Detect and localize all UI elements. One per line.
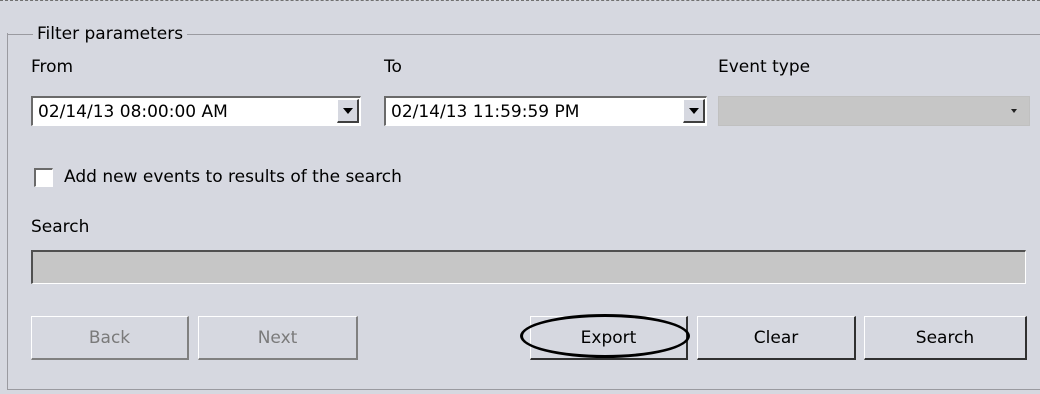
to-datetime-combo[interactable]: 02/14/13 11:59:59 PM	[384, 96, 707, 126]
add-new-events-label: Add new events to results of the search	[64, 167, 402, 187]
back-button[interactable]: Back	[31, 316, 189, 360]
add-new-events-checkbox[interactable]	[34, 168, 53, 187]
search-label: Search	[31, 217, 90, 237]
to-label: To	[384, 57, 402, 77]
to-datetime-value: 02/14/13 11:59:59 PM	[391, 102, 580, 122]
from-datetime-value: 02/14/13 08:00:00 AM	[38, 102, 228, 122]
top-dashed-divider	[0, 0, 1040, 1]
group-title: Filter parameters	[33, 24, 188, 44]
event-type-label: Event type	[718, 57, 811, 77]
next-button[interactable]: Next	[198, 316, 358, 360]
chevron-down-icon[interactable]	[683, 99, 705, 123]
chevron-down-icon[interactable]	[1005, 99, 1027, 123]
clear-button[interactable]: Clear	[697, 316, 856, 360]
event-type-select[interactable]	[718, 96, 1030, 126]
search-button[interactable]: Search	[864, 316, 1027, 360]
export-button[interactable]: Export	[530, 316, 688, 360]
from-label: From	[31, 57, 74, 77]
search-input[interactable]	[31, 250, 1026, 284]
from-datetime-combo[interactable]: 02/14/13 08:00:00 AM	[31, 96, 361, 126]
chevron-down-icon[interactable]	[337, 99, 359, 123]
